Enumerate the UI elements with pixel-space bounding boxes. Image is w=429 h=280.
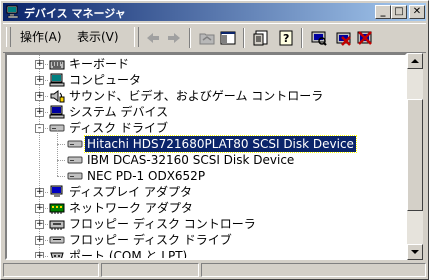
tree-item-label[interactable]: フロッピー ディスク ドライブ bbox=[67, 232, 234, 248]
toolbar-grip-2[interactable] bbox=[134, 27, 139, 47]
tree-branch-line bbox=[57, 176, 65, 177]
svg-text:?: ? bbox=[283, 32, 289, 45]
properties-icon bbox=[253, 30, 268, 46]
close-button[interactable]: ✕ bbox=[409, 5, 425, 19]
port-icon bbox=[50, 252, 64, 258]
console-tree-icon bbox=[220, 31, 236, 45]
device-tree[interactable]: + キーボード + コンピュータ + サウンド、ビデオ、およびゲーム コントローラ + システ… bbox=[5, 53, 407, 260]
expand-toggle[interactable]: + bbox=[35, 252, 44, 258]
title-bar[interactable]: デバイス マネージャ _ □ ✕ bbox=[3, 3, 426, 21]
scroll-thumb[interactable] bbox=[407, 99, 423, 211]
keyboard-icon bbox=[49, 60, 65, 70]
tree-item-label[interactable]: キーボード bbox=[67, 56, 131, 72]
disk-icon bbox=[67, 140, 83, 148]
tree-category-item[interactable]: + フロッピー ディスク コントローラ bbox=[7, 216, 405, 232]
expand-toggle[interactable]: + bbox=[35, 188, 44, 197]
tree-item-label[interactable]: ネットワーク アダプタ bbox=[67, 200, 195, 216]
expand-toggle[interactable]: + bbox=[35, 204, 44, 213]
scroll-down-button[interactable] bbox=[407, 244, 423, 260]
properties-button[interactable] bbox=[250, 28, 272, 48]
toolbar-grip[interactable] bbox=[6, 27, 11, 47]
network-adapter-icon bbox=[49, 203, 65, 214]
tree-category-item[interactable]: + ネットワーク アダプタ bbox=[7, 200, 405, 216]
tree-item-label[interactable]: ポート (COM と LPT) bbox=[67, 248, 189, 258]
arrow-up-icon bbox=[411, 59, 419, 63]
menu-view[interactable]: 表示(V) bbox=[77, 29, 119, 45]
help-icon: ? bbox=[279, 30, 293, 46]
back-arrow-icon bbox=[147, 33, 159, 43]
menu-action[interactable]: 操作(A) bbox=[20, 29, 62, 45]
tree-branch-line bbox=[57, 160, 65, 161]
status-bar bbox=[3, 263, 426, 277]
scroll-up-button[interactable] bbox=[407, 53, 423, 69]
collapse-toggle[interactable]: - bbox=[35, 124, 44, 133]
expand-toggle[interactable]: + bbox=[35, 60, 44, 69]
tree-item-label[interactable]: IBM DCAS-32160 SCSI Disk Device bbox=[85, 152, 296, 168]
system-device-icon bbox=[49, 105, 65, 119]
tree-category-item[interactable]: + フロッピー ディスク ドライブ bbox=[7, 232, 405, 248]
tree-item-label[interactable]: フロッピー ディスク コントローラ bbox=[67, 216, 258, 232]
device-manager-icon bbox=[6, 5, 19, 18]
uninstall-button[interactable] bbox=[333, 28, 355, 48]
toolbar-separator bbox=[189, 28, 191, 48]
tree-item-label[interactable]: システム デバイス bbox=[67, 104, 170, 120]
status-panel-3 bbox=[201, 263, 426, 277]
back-button[interactable] bbox=[142, 28, 164, 48]
expand-toggle[interactable]: + bbox=[35, 220, 44, 229]
expand-toggle[interactable]: + bbox=[35, 108, 44, 117]
tree-category-item[interactable]: + システム デバイス bbox=[7, 104, 405, 120]
show-hide-tree-button[interactable] bbox=[217, 28, 239, 48]
tree-branch-line bbox=[57, 144, 65, 145]
status-panel-1 bbox=[3, 263, 99, 277]
toolbar-separator bbox=[301, 28, 303, 48]
window-title: デバイス マネージャ bbox=[24, 7, 126, 20]
sound-icon bbox=[50, 90, 65, 103]
tree-child-connector-line bbox=[57, 130, 58, 176]
scan-hardware-icon bbox=[311, 31, 327, 46]
status-panel-2 bbox=[101, 263, 199, 277]
folder-up-icon bbox=[199, 33, 215, 45]
tree-category-item[interactable]: + ディスプレイ アダプタ bbox=[7, 184, 405, 200]
tree-item-label[interactable]: Hitachi HDS721680PLAT80 SCSI Disk Device bbox=[84, 135, 357, 153]
tree-child-item[interactable]: IBM DCAS-32160 SCSI Disk Device bbox=[7, 152, 405, 168]
tree-item-label[interactable]: サウンド、ビデオ、およびゲーム コントローラ bbox=[67, 88, 325, 104]
tree-category-item[interactable]: + ポート (COM と LPT) bbox=[7, 248, 405, 258]
computer-icon bbox=[49, 73, 65, 87]
vertical-scrollbar[interactable] bbox=[407, 53, 423, 260]
scan-hardware-button[interactable] bbox=[308, 28, 330, 48]
tree-item-label[interactable]: コンピュータ bbox=[67, 72, 143, 88]
forward-arrow-icon bbox=[168, 33, 180, 43]
device-manager-window: デバイス マネージャ _ □ ✕ 操作(A) 表示(V) ? + キーボード +… bbox=[0, 0, 429, 280]
disk-icon bbox=[67, 156, 83, 164]
tree-category-item[interactable]: + キーボード bbox=[7, 56, 405, 72]
up-level-button[interactable] bbox=[196, 28, 218, 48]
tree-category-item[interactable]: - ディスク ドライブ bbox=[7, 120, 405, 136]
disable-device-button[interactable] bbox=[354, 28, 376, 48]
expand-toggle[interactable]: + bbox=[35, 76, 44, 85]
toolbar-separator bbox=[243, 28, 245, 48]
tree-item-label[interactable]: NEC PD-1 ODX652P bbox=[85, 168, 207, 184]
help-button[interactable]: ? bbox=[275, 28, 297, 48]
toolbar: 操作(A) 表示(V) ? bbox=[3, 23, 426, 53]
maximize-button[interactable]: □ bbox=[391, 5, 407, 19]
arrow-down-icon bbox=[411, 250, 419, 254]
uninstall-icon bbox=[336, 32, 351, 46]
tree-category-item[interactable]: + コンピュータ bbox=[7, 72, 405, 88]
tree-child-item[interactable]: Hitachi HDS721680PLAT80 SCSI Disk Device bbox=[7, 135, 405, 153]
expand-toggle[interactable]: + bbox=[35, 236, 44, 245]
disk-icon bbox=[67, 172, 83, 180]
forward-button[interactable] bbox=[163, 28, 185, 48]
floppy-controller-icon bbox=[49, 220, 65, 230]
disable-device-icon bbox=[357, 31, 372, 45]
floppy-drive-icon bbox=[49, 236, 65, 244]
minimize-button[interactable]: _ bbox=[375, 5, 391, 19]
expand-toggle[interactable]: + bbox=[35, 92, 44, 101]
tree-child-item[interactable]: NEC PD-1 ODX652P bbox=[7, 168, 405, 184]
tree-category-item[interactable]: + サウンド、ビデオ、およびゲーム コントローラ bbox=[7, 88, 405, 104]
tree-item-label[interactable]: ディスプレイ アダプタ bbox=[67, 184, 194, 200]
display-adapter-icon bbox=[50, 185, 63, 197]
tree-item-label[interactable]: ディスク ドライブ bbox=[67, 120, 170, 136]
